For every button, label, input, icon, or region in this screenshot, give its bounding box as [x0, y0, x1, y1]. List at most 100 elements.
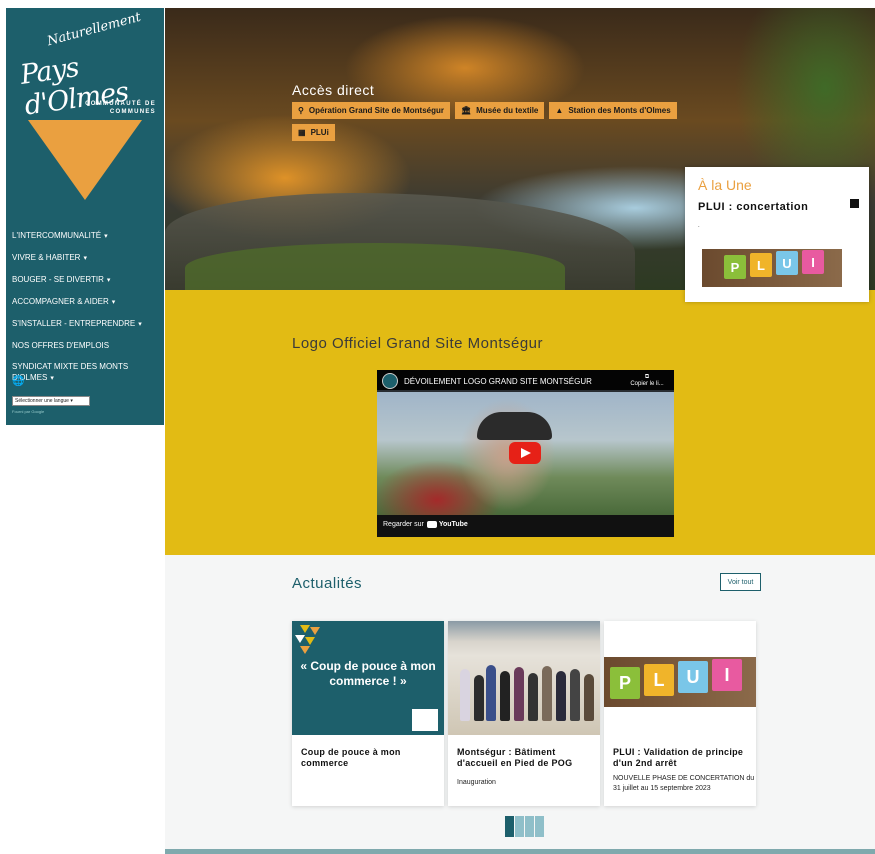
watch-on-youtube-button[interactable]: Regarder sur YouTube	[383, 521, 468, 528]
news-card-text: NOUVELLE PHASE DE CONCERTATION du 31 jui…	[613, 775, 755, 792]
mountain-icon: ▲	[555, 106, 564, 115]
wood-background: P L U I	[604, 657, 756, 707]
acces-button-label: PLUi	[310, 128, 329, 137]
acces-station-button[interactable]: ▲ Station des Monts d'Olmes	[549, 102, 677, 119]
pager-dot[interactable]	[525, 816, 534, 837]
person-shape	[584, 674, 594, 721]
menu-item-accompagner[interactable]: ACCOMPAGNER & AIDER ▾	[12, 296, 160, 308]
pager-dot[interactable]	[535, 816, 544, 837]
acces-direct-title: Accès direct	[292, 82, 375, 98]
logo-subtitle-2: COMMUNES	[109, 109, 156, 115]
acces-musee-button[interactable]: 🏛 Musée du textile	[454, 102, 545, 119]
powered-by-google: Fourni par Google	[12, 409, 45, 414]
acces-grand-site-button[interactable]: ⚲ Opération Grand Site de Montségur	[292, 102, 450, 119]
person-shape	[474, 675, 484, 721]
cap-shape	[477, 412, 552, 440]
pager-dot[interactable]	[505, 816, 514, 837]
video-title[interactable]: DÉVOILEMENT LOGO GRAND SITE MONTSÉGUR	[404, 377, 592, 386]
caret-down-icon: ▾	[50, 375, 54, 382]
card-logo-stamp	[412, 709, 438, 731]
acces-plui-button[interactable]: ▦ PLUi	[292, 124, 335, 141]
building-icon: ▦	[298, 128, 306, 137]
language-select-value: Sélectionner une langue	[15, 398, 69, 404]
news-card-title[interactable]: PLUI : Validation de principe d'un 2nd a…	[613, 747, 753, 769]
see-all-button[interactable]: Voir tout	[720, 573, 761, 591]
person-shape	[486, 665, 496, 721]
person-shape	[542, 666, 552, 721]
acces-button-label: Musée du textile	[476, 106, 539, 115]
news-card-image: « Coup de pouce à mon commerce ! »	[292, 621, 444, 735]
news-card[interactable]: P L U I PLUI : Validation de principe d'…	[604, 621, 756, 806]
news-card[interactable]: Montségur : Bâtiment d'accueil en Pied d…	[448, 621, 600, 806]
language-select[interactable]: Sélectionner une langue ▾	[12, 396, 90, 406]
tile-i: I	[802, 250, 824, 274]
acces-row-1: ⚲ Opération Grand Site de Montségur 🏛 Musé…	[292, 102, 677, 119]
tile-u: U	[678, 661, 708, 693]
a-la-une-title: À la Une	[698, 177, 752, 193]
copy-icon: ⧉	[644, 374, 650, 380]
page: Naturellement Pays d'Olmes COMMUNAUTÉ DE…	[0, 0, 875, 854]
globe-icon[interactable]: 🌐	[12, 376, 24, 387]
caret-down-icon: ▾	[138, 321, 142, 328]
youtube-logo-icon: YouTube	[426, 521, 468, 528]
caret-down-icon: ▾	[106, 277, 111, 284]
stop-icon[interactable]	[850, 199, 859, 208]
acces-button-label: Station des Monts d'Olmes	[568, 106, 671, 115]
tile-p: P	[724, 255, 746, 279]
video-section-title: Logo Officiel Grand Site Montségur	[292, 335, 544, 352]
news-card-title[interactable]: Montségur : Bâtiment d'accueil en Pied d…	[457, 747, 597, 769]
hero-moss	[185, 243, 565, 290]
menu-item-vivre-habiter[interactable]: VIVRE & HABITER ▾	[12, 252, 160, 264]
triangle-shape	[310, 627, 320, 635]
sidebar: Naturellement Pays d'Olmes COMMUNAUTÉ DE…	[6, 8, 164, 425]
tile-i: I	[712, 659, 742, 691]
menu-item-label: L'INTERCOMMUNALITÉ	[12, 231, 102, 240]
news-section: Actualités Voir tout « Coup de pouce à m…	[165, 555, 875, 854]
video-footer: Regarder sur YouTube	[377, 515, 674, 537]
news-card-title[interactable]: Coup de pouce à mon commerce	[301, 747, 441, 769]
pager-dot[interactable]	[515, 816, 524, 837]
tile-l: L	[750, 253, 772, 277]
copy-link-button[interactable]: ⧉ Copier le li...	[627, 374, 667, 387]
menu-item-label: NOS OFFRES D'EMPLOIS	[12, 341, 110, 350]
triangle-shape	[305, 637, 315, 645]
news-card-image	[448, 621, 600, 735]
menu-item-bouger[interactable]: BOUGER - SE DIVERTIR ▾	[12, 274, 160, 286]
person-shape	[514, 667, 524, 721]
a-la-une-box[interactable]: À la Une PLUI : concertation . P L U I	[685, 167, 869, 302]
person-shape	[556, 671, 566, 721]
main-menu: L'INTERCOMMUNALITÉ ▾ VIVRE & HABITER ▾ BOU…	[12, 230, 160, 394]
plui-tiles-image[interactable]: P L U I	[702, 249, 842, 287]
news-card-text: Inauguration	[457, 779, 496, 786]
menu-item-label: SYNDICAT MIXTE DES MONTS D'OLMES	[12, 362, 129, 382]
logo-subtitle: COMMUNAUTÉ DE	[85, 101, 156, 107]
news-pager	[505, 816, 544, 837]
a-la-une-headline[interactable]: PLUI : concertation	[698, 201, 808, 213]
acces-row-2: ▦ PLUi	[292, 124, 335, 141]
menu-item-intercommunalite[interactable]: L'INTERCOMMUNALITÉ ▾	[12, 230, 160, 242]
logo-tagline: Naturellement	[45, 9, 143, 50]
triangle-shape	[295, 635, 305, 643]
menu-item-label: BOUGER - SE DIVERTIR	[12, 275, 104, 284]
copy-link-label: Copier le li...	[630, 381, 664, 387]
triangle-shape	[300, 646, 310, 654]
youtube-embed[interactable]: DÉVOILEMENT LOGO GRAND SITE MONTSÉGUR ⧉ C…	[377, 370, 674, 537]
menu-item-label: S'INSTALLER - ENTREPRENDRE	[12, 319, 136, 328]
person-shape	[500, 671, 510, 721]
menu-item-label: VIVRE & HABITER	[12, 253, 81, 262]
menu-item-emplois[interactable]: NOS OFFRES D'EMPLOIS	[12, 340, 160, 351]
menu-item-syndicat[interactable]: SYNDICAT MIXTE DES MONTS D'OLMES ▾	[12, 361, 160, 384]
logo-triangle	[28, 120, 142, 200]
menu-item-label: ACCOMPAGNER & AIDER	[12, 297, 109, 306]
site-logo[interactable]: Naturellement Pays d'Olmes COMMUNAUTÉ DE…	[6, 8, 164, 208]
card-image-quote: « Coup de pouce à mon commerce ! »	[300, 659, 436, 688]
tile-p: P	[610, 667, 640, 699]
news-title: Actualités	[292, 575, 363, 592]
menu-item-installer[interactable]: S'INSTALLER - ENTREPRENDRE ▾	[12, 318, 160, 330]
person-shape	[528, 673, 538, 721]
play-button-icon[interactable]	[509, 442, 541, 464]
caret-down-icon: ▾	[104, 233, 108, 240]
channel-avatar[interactable]	[382, 373, 398, 389]
news-card[interactable]: « Coup de pouce à mon commerce ! » Coup …	[292, 621, 444, 806]
caret-down-icon: ▾	[83, 255, 87, 262]
